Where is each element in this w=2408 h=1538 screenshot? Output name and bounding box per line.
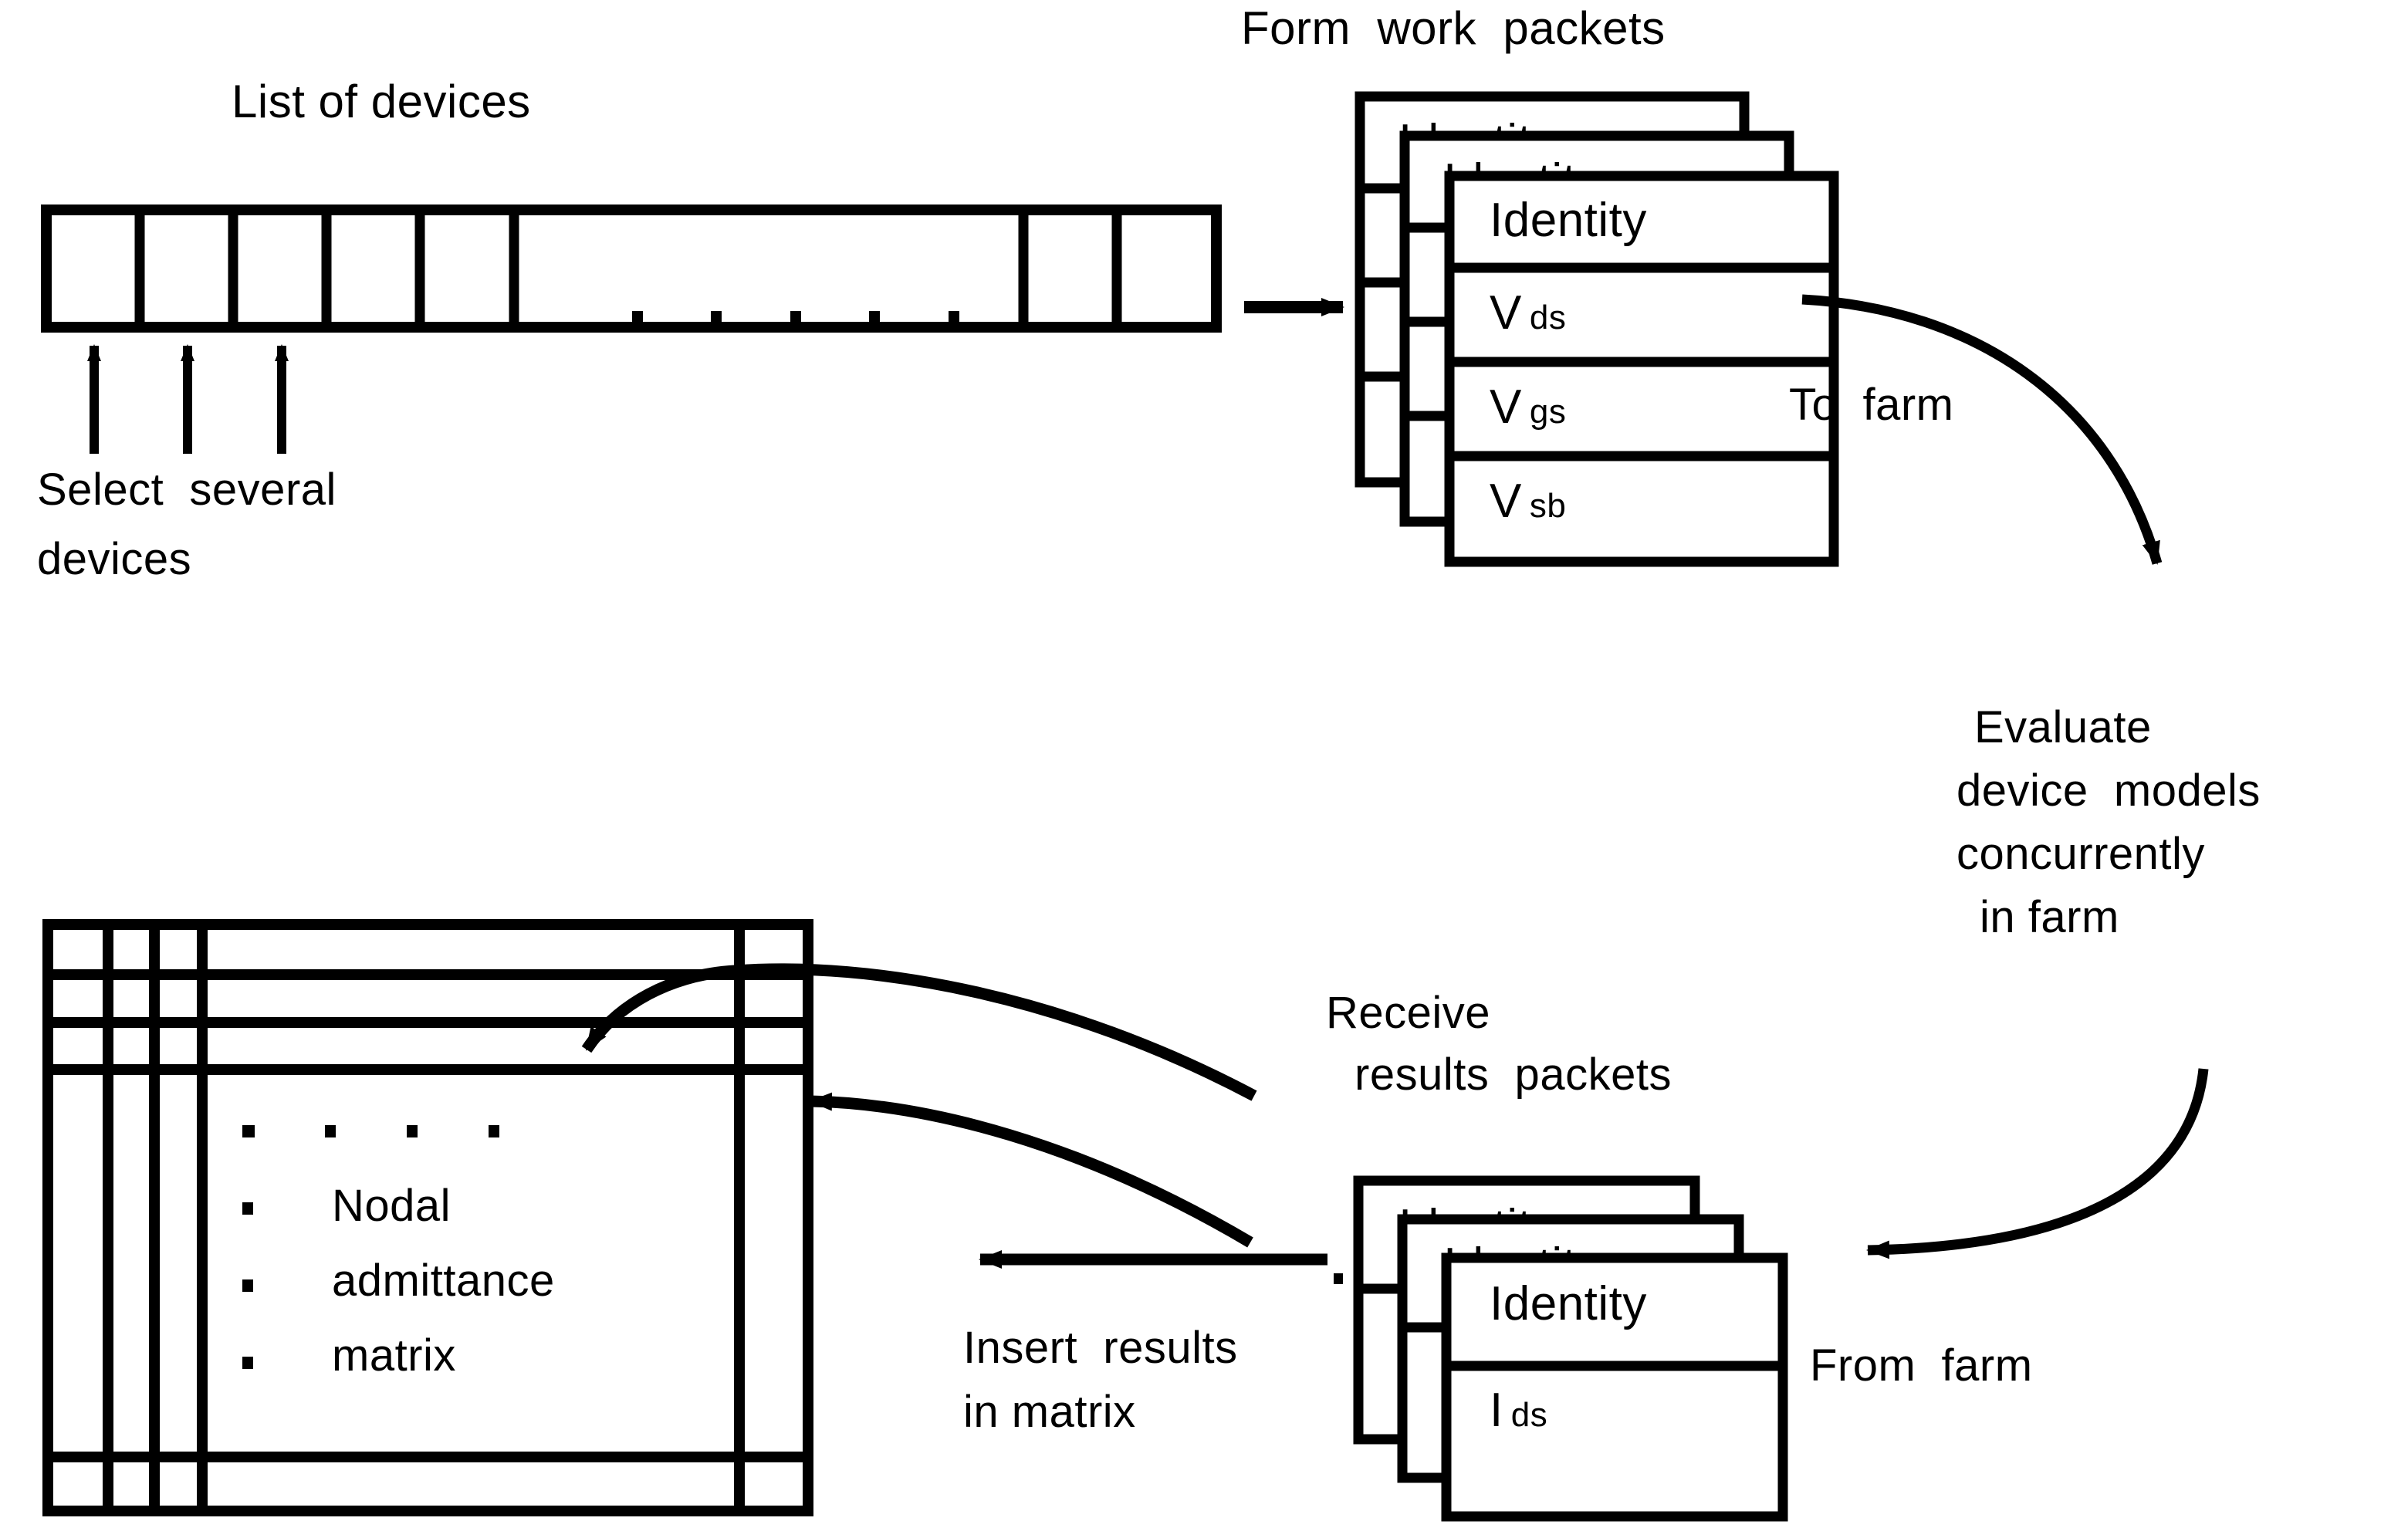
results-to-matrix-curve-lower [809,1092,1253,1248]
form-work-packets-title: Form work packets [1241,2,1666,54]
work-packet-row-vds-base: V [1490,286,1522,340]
matrix-column-dots [242,1202,253,1369]
results-packet-row-ids-base: I [1490,1384,1503,1437]
evaluate-label-line4: in farm [1980,892,2119,942]
device-list-strip [41,205,1222,333]
receive-results-title-line2: results packets [1354,1050,1672,1100]
work-packet-row-vgs: V gs [1490,378,1566,437]
to-farm-label: To farm [1789,380,1954,430]
evaluate-label-line3: concurrently [1956,829,2205,879]
matrix-label-line1: Nodal [332,1181,452,1231]
select-devices-label-line1: Select several [37,465,337,515]
work-packet-row-vsb-base: V [1490,475,1522,528]
work-packet-row-vsb: V sb [1490,472,1566,531]
evaluate-label-line2: device models [1956,766,2261,816]
matrix-label-line3: matrix [332,1330,456,1381]
from-farm-label: From farm [1810,1340,2033,1391]
results-packet-row-ids: I ds [1490,1381,1547,1440]
work-packet-row-identity: Identity [1490,194,1647,247]
work-packet-row-vsb-sub: sb [1529,487,1567,525]
results-packet-row-identity: Identity [1490,1277,1647,1330]
evaluate-label-line1: Evaluate [1974,702,2152,752]
insert-results-label-line1: Insert results [963,1323,1238,1373]
insert-results-label-line2: in matrix [963,1387,1136,1437]
results-to-matrix-curve-upper [581,963,1257,1101]
matrix-label-line2: admittance [332,1256,555,1306]
insert-results-arrow [979,1250,1343,1284]
results-packet-row-ids-sub: ds [1510,1396,1548,1434]
matrix-row-dots [242,1125,499,1137]
select-devices-arrows [87,344,289,454]
select-devices-label-line2: devices [37,534,192,584]
work-packet-row-vds-sub: ds [1529,299,1567,336]
from-farm-curve [1866,1068,2209,1259]
list-of-devices-title: List of devices [232,76,531,127]
work-packet-row-vds: V ds [1490,284,1566,343]
receive-results-title-line1: Receive [1326,988,1491,1038]
work-packet-row-vgs-sub: gs [1529,393,1567,431]
work-packet-row-vgs-base: V [1490,380,1522,434]
diagram-canvas: List of devices Form work packets Select… [0,0,2408,1538]
